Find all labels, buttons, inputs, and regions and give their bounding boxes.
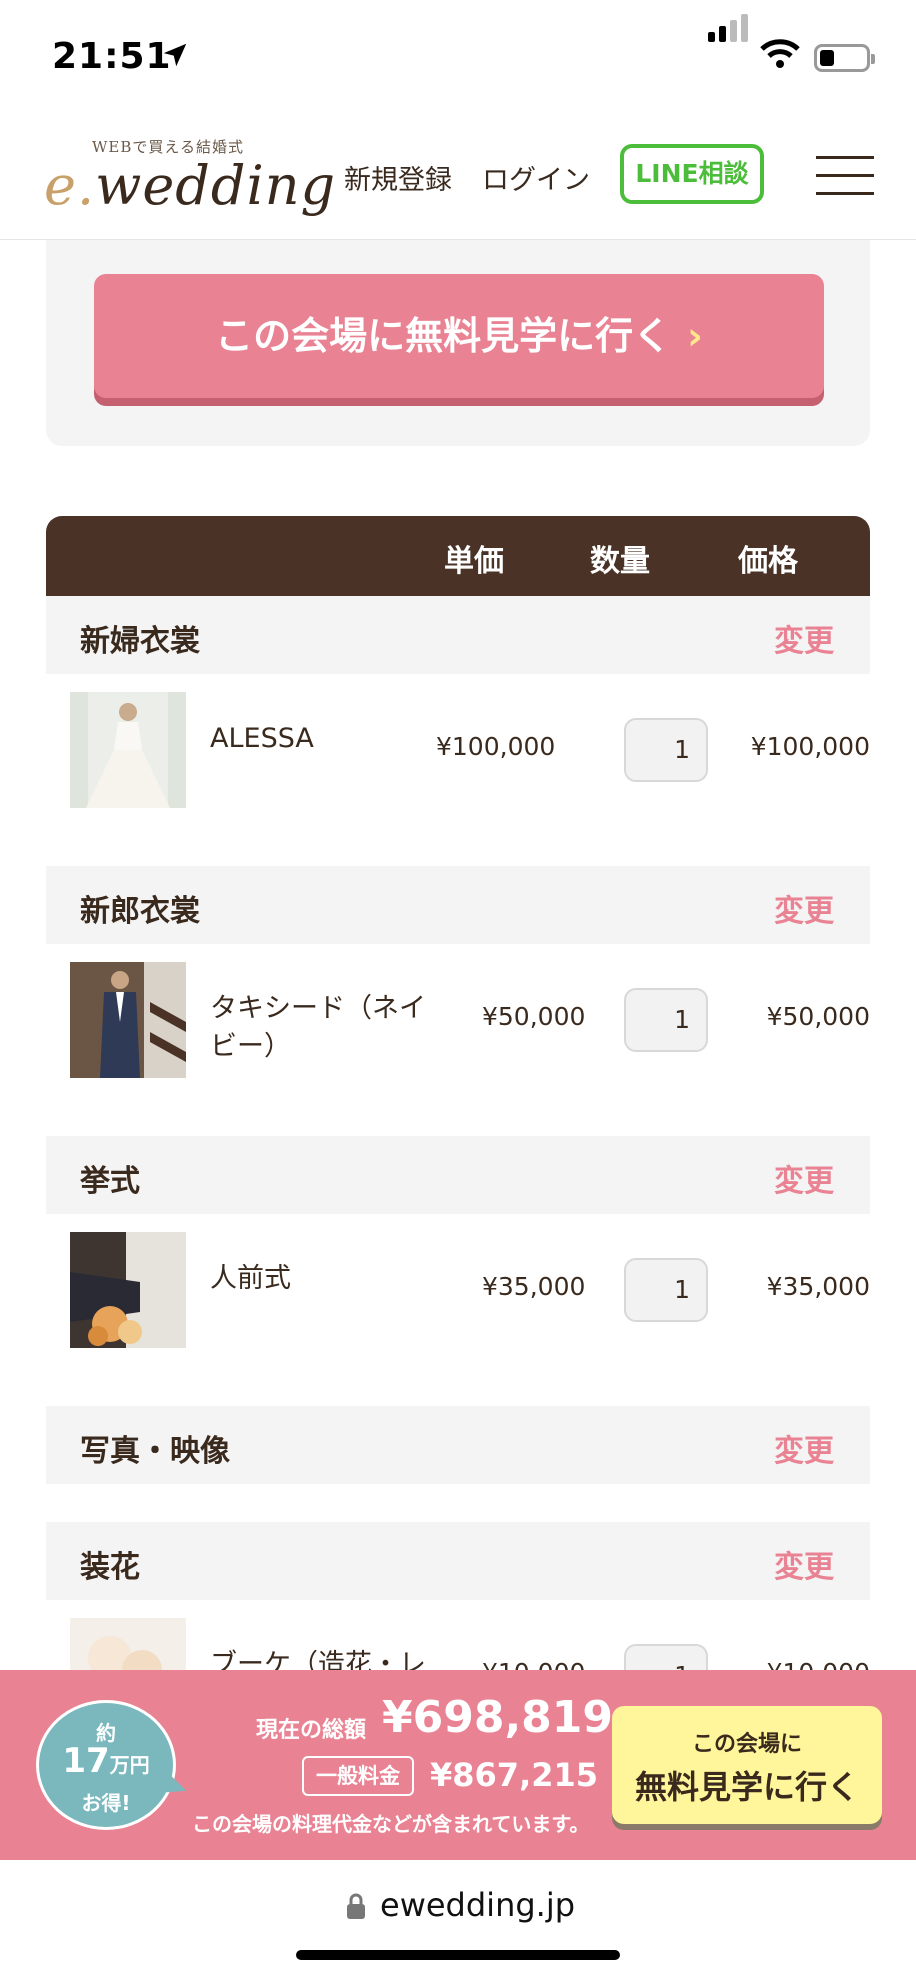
- battery-icon: [814, 44, 875, 72]
- section-title: 新郎衣裳: [80, 894, 200, 929]
- item-name: ALESSA: [210, 723, 314, 754]
- table-row: 人前式 ¥35,000 1 ¥35,000: [46, 1214, 870, 1364]
- general-price-value: ¥867,215: [430, 1756, 599, 1794]
- item-name: タキシード（ネイビー）: [210, 993, 426, 1062]
- section-ceremony: 挙式 変更: [46, 1136, 870, 1214]
- sticky-total-bar: 約 17万円 お得! 現在の総額 ¥698,819 一般料金 ¥867,215 …: [0, 1670, 916, 1860]
- change-button[interactable]: 変更: [774, 616, 834, 660]
- section-title: 装花: [80, 1550, 140, 1585]
- logo-wordmark: e.wedding: [44, 154, 337, 217]
- section-bride-attire: 新婦衣裳 変更: [46, 596, 870, 674]
- site-header: WEBで買える結婚式 e.wedding 新規登録 ログイン LINE相談: [0, 112, 916, 240]
- ceremony-thumbnail[interactable]: [70, 1232, 186, 1348]
- item-price: ¥35,000: [766, 1272, 870, 1301]
- status-time: 21:51: [52, 36, 172, 77]
- total-note: この会場の料理代金などが含まれています。: [192, 1812, 590, 1836]
- item-price: ¥50,000: [766, 1002, 870, 1031]
- section-title: 挙式: [80, 1164, 140, 1199]
- price-header: 価格: [738, 544, 798, 579]
- dress-thumbnail[interactable]: [70, 692, 186, 808]
- change-button[interactable]: 変更: [774, 1426, 834, 1470]
- table-row: ALESSA ¥100,000 1 ¥100,000: [46, 674, 870, 824]
- section-photo-video: 写真・映像 変更: [46, 1406, 870, 1484]
- tuxedo-thumbnail[interactable]: [70, 962, 186, 1078]
- hamburger-menu-icon[interactable]: [816, 156, 874, 196]
- visit-cta-panel: この会場に無料見学に行く ›: [46, 240, 870, 446]
- free-visit-button[interactable]: この会場に無料見学に行く ›: [94, 274, 824, 398]
- current-total-label: 現在の総額: [256, 1718, 367, 1743]
- change-button[interactable]: 変更: [774, 1156, 834, 1200]
- item-unit-price: ¥35,000: [482, 1272, 586, 1301]
- quantity-input[interactable]: 1: [624, 718, 708, 782]
- unit-price-header: 単価: [444, 544, 504, 579]
- quantity-input[interactable]: 1: [624, 1258, 708, 1322]
- lock-icon: [347, 1893, 365, 1919]
- item-price: ¥100,000: [750, 732, 870, 761]
- quantity-header: 数量: [590, 544, 650, 579]
- section-title: 新婦衣裳: [80, 624, 200, 659]
- quantity-input[interactable]: 1: [624, 988, 708, 1052]
- change-button[interactable]: 変更: [774, 1542, 834, 1586]
- home-indicator[interactable]: [296, 1950, 620, 1960]
- register-link[interactable]: 新規登録: [344, 158, 452, 197]
- section-title: 写真・映像: [80, 1434, 230, 1469]
- status-bar: 21:51: [0, 0, 916, 112]
- general-price-label: 一般料金: [302, 1756, 414, 1796]
- estimate-table-header: 単価 数量 価格: [46, 516, 870, 596]
- wifi-icon: [760, 39, 800, 68]
- line-consult-button[interactable]: LINE相談: [620, 144, 764, 204]
- browser-address-bar[interactable]: ewedding.jp: [0, 1860, 916, 1982]
- item-name: 人前式: [210, 1263, 291, 1294]
- login-link[interactable]: ログイン: [482, 158, 590, 197]
- chevron-right-icon: ›: [687, 314, 703, 358]
- change-button[interactable]: 変更: [774, 886, 834, 930]
- table-row: タキシード（ネイビー） ¥50,000 1 ¥50,000: [46, 944, 870, 1094]
- url-text: ewedding.jp: [380, 1886, 576, 1924]
- section-flowers: 装花 変更: [46, 1522, 870, 1600]
- sticky-free-visit-button[interactable]: この会場に 無料見学に行く: [612, 1706, 882, 1824]
- item-unit-price: ¥100,000: [436, 732, 556, 761]
- ewedding-logo[interactable]: WEBで買える結婚式 e.wedding: [44, 132, 335, 228]
- section-groom-attire: 新郎衣裳 変更: [46, 866, 870, 944]
- current-total-value: ¥698,819: [382, 1692, 614, 1743]
- location-arrow-icon: [163, 43, 187, 67]
- savings-badge: 約 17万円 お得!: [36, 1700, 176, 1830]
- item-unit-price: ¥50,000: [482, 1002, 586, 1031]
